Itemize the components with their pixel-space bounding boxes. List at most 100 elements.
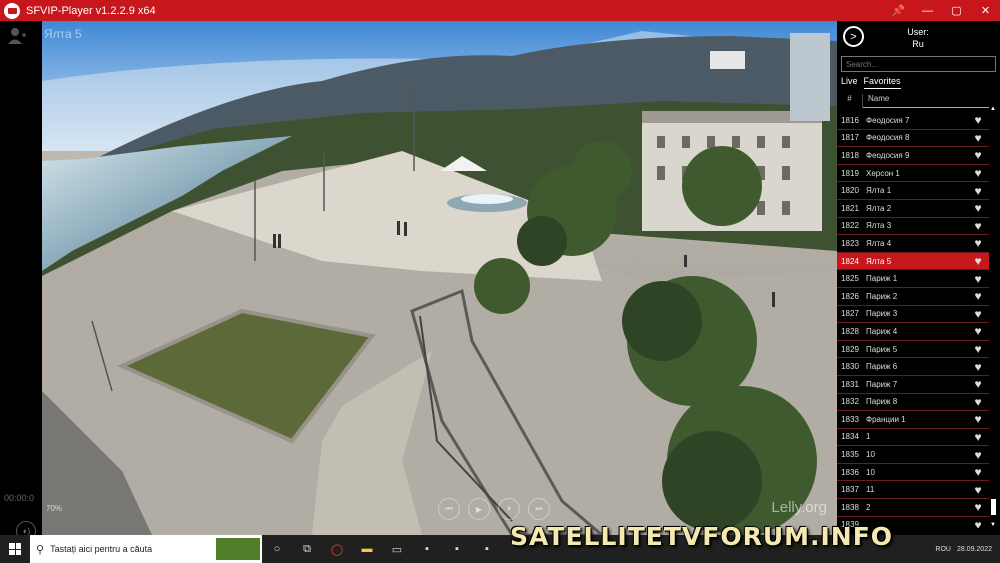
taskbar-search-text: Tastați aici pentru a căuta <box>50 544 153 554</box>
favorite-heart-icon[interactable]: ♥ <box>971 184 985 198</box>
channel-row[interactable]: 1836 10 ♥ <box>837 464 989 482</box>
channel-name: 10 <box>866 450 875 460</box>
search-icon: ⚲ <box>36 543 45 556</box>
column-header-number[interactable]: # <box>837 94 863 108</box>
channel-row[interactable]: 1819 Херсон 1 ♥ <box>837 165 989 183</box>
channel-list[interactable]: 1816 Феодосия 7 ♥ 1817 Феодосия 8 ♥ 1818 Феодос… <box>837 112 989 528</box>
scrollbar-thumb[interactable] <box>991 499 996 515</box>
favorite-heart-icon[interactable]: ♥ <box>971 483 985 497</box>
channel-row[interactable]: 1832 Париж 8 ♥ <box>837 394 989 412</box>
start-button[interactable] <box>0 535 30 563</box>
tray-clock[interactable]: 28.09.2022 <box>957 545 992 554</box>
channel-row[interactable]: 1828 Париж 4 ♥ <box>837 323 989 341</box>
favorite-heart-icon[interactable]: ♥ <box>971 201 985 215</box>
channel-number: 1824 <box>841 256 859 266</box>
favorite-heart-icon[interactable]: ♥ <box>971 377 985 391</box>
favorite-heart-icon[interactable]: ♥ <box>971 465 985 479</box>
channel-row[interactable]: 1818 Феодосия 9 ♥ <box>837 147 989 165</box>
channel-row[interactable]: 1834 1 ♥ <box>837 429 989 447</box>
channel-row[interactable]: 1835 10 ♥ <box>837 446 989 464</box>
taskbar-search-box[interactable]: ⚲ Tastați aici pentru a căuta <box>30 535 262 563</box>
channel-number: 1818 <box>841 150 859 160</box>
close-button[interactable]: ✕ <box>971 0 1000 21</box>
channel-row[interactable]: 1824 Ялта 5 ♥ <box>837 252 989 271</box>
sfvip-player-icon[interactable]: ▪ <box>412 535 442 563</box>
channel-row[interactable]: 1838 2 ♥ <box>837 499 989 517</box>
channel-row[interactable]: 1837 11 ♥ <box>837 481 989 500</box>
favorite-heart-icon[interactable]: ♥ <box>971 166 985 180</box>
channel-search-input[interactable] <box>841 56 996 72</box>
channel-row[interactable]: 1820 Ялта 1 ♥ <box>837 182 989 200</box>
maximize-button[interactable]: ▢ <box>942 0 971 21</box>
channel-row[interactable]: 1825 Париж 1 ♥ <box>837 270 989 288</box>
title-bar[interactable]: SFVIP-Player v1.2.2.9 x64 📌 — ▢ ✕ <box>0 0 1000 21</box>
channel-row[interactable]: 1821 Ялта 2 ♥ <box>837 200 989 218</box>
channel-name: Феодосия 8 <box>866 133 910 143</box>
user-icon[interactable] <box>7 27 27 45</box>
channel-list-scrollbar[interactable]: ▲ ▼ <box>989 106 998 532</box>
chevron-right-icon[interactable]: > <box>843 26 864 47</box>
channel-row[interactable]: 1827 Париж 3 ♥ <box>837 306 989 324</box>
channel-row[interactable]: 1817 Феодосия 8 ♥ <box>837 130 989 148</box>
favorite-heart-icon[interactable]: ♥ <box>971 342 985 356</box>
channel-number: 1837 <box>841 485 859 495</box>
channel-name: Париж 2 <box>866 291 898 301</box>
channel-number: 1820 <box>841 186 859 196</box>
scroll-up-icon[interactable]: ▲ <box>990 106 996 112</box>
favorite-heart-icon[interactable]: ♥ <box>971 324 985 338</box>
channel-row[interactable]: 1831 Париж 7 ♥ <box>837 376 989 394</box>
volume-percent: 70% <box>46 504 63 513</box>
terminal-icon[interactable]: ▭ <box>382 535 412 563</box>
tray-language[interactable]: ROU <box>935 546 951 553</box>
channel-number: 1833 <box>841 414 859 424</box>
channel-row[interactable]: 1833 Франции 1 ♥ <box>837 411 989 429</box>
favorite-heart-icon[interactable]: ♥ <box>971 236 985 250</box>
previous-icon[interactable]: ⏮ <box>438 498 460 520</box>
favorite-heart-icon[interactable]: ♥ <box>971 448 985 462</box>
favorite-heart-icon[interactable]: ♥ <box>971 500 985 514</box>
favorite-heart-icon[interactable]: ♥ <box>971 219 985 233</box>
minimize-button[interactable]: — <box>913 0 942 21</box>
cortana-icon[interactable]: ○ <box>262 535 292 563</box>
tab-favorites[interactable]: Favorites <box>863 76 901 89</box>
favorite-heart-icon[interactable]: ♥ <box>971 430 985 444</box>
channel-row[interactable]: 1830 Париж 6 ♥ <box>837 358 989 376</box>
channel-row[interactable]: 1829 Париж 5 ♥ <box>837 341 989 359</box>
favorite-heart-icon[interactable]: ♥ <box>971 518 985 528</box>
favorite-heart-icon[interactable]: ♥ <box>971 113 985 127</box>
favorite-heart-icon[interactable]: ♥ <box>971 254 985 268</box>
opera-icon[interactable]: ◯ <box>322 535 352 563</box>
next-icon[interactable]: ⏭ <box>528 498 550 520</box>
channel-name: 2 <box>866 502 871 512</box>
favorite-heart-icon[interactable]: ♥ <box>971 360 985 374</box>
pin-button[interactable]: 📌 <box>884 0 913 21</box>
channel-row[interactable]: 1826 Париж 2 ♥ <box>837 288 989 306</box>
pause-icon[interactable]: ⏸ <box>498 498 520 520</box>
tab-live[interactable]: Live <box>841 76 858 89</box>
favorite-heart-icon[interactable]: ♥ <box>971 307 985 321</box>
sfvip-player-icon-2[interactable]: ▪ <box>442 535 472 563</box>
favorite-heart-icon[interactable]: ♥ <box>971 395 985 409</box>
channel-number: 1825 <box>841 274 859 284</box>
favorite-heart-icon[interactable]: ♥ <box>971 131 985 145</box>
task-view-icon[interactable]: ⧉ <box>292 535 322 563</box>
file-explorer-icon[interactable]: ▬ <box>352 535 382 563</box>
play-icon[interactable]: ▶ <box>468 498 490 520</box>
app-window: SFVIP-Player v1.2.2.9 x64 📌 — ▢ ✕ 00:00:… <box>0 0 1000 563</box>
channel-name: 11 <box>866 485 875 495</box>
channel-number: 1838 <box>841 502 859 512</box>
channel-row[interactable]: 1822 Ялта 3 ♥ <box>837 218 989 236</box>
channel-row[interactable]: 1816 Феодосия 7 ♥ <box>837 112 989 130</box>
favorite-heart-icon[interactable]: ♥ <box>971 148 985 162</box>
favorite-heart-icon[interactable]: ♥ <box>971 272 985 286</box>
scroll-down-icon[interactable]: ▼ <box>990 522 996 528</box>
sfvip-player-icon-3[interactable]: ▪ <box>472 535 502 563</box>
favorite-heart-icon[interactable]: ♥ <box>971 412 985 426</box>
favorite-heart-icon[interactable]: ♥ <box>971 289 985 303</box>
channel-name: Париж 5 <box>866 344 898 354</box>
user-info: User: Ru <box>897 26 939 50</box>
column-header-name[interactable]: Name <box>863 94 989 108</box>
forum-watermark-banner: SATELLITETVFORUM.INFO <box>510 522 894 551</box>
video-player[interactable]: Ялта 5 70% ⏮ ▶ ⏸ ⏭ Lelly.org <box>42 21 837 535</box>
channel-row[interactable]: 1823 Ялта 4 ♥ <box>837 235 989 253</box>
